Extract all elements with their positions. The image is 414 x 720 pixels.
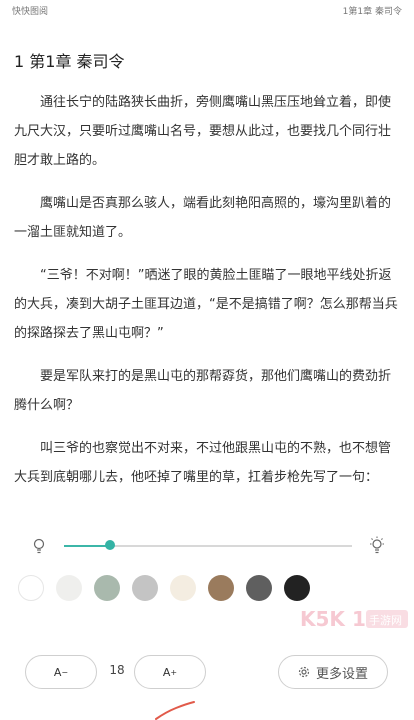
increase-font-sign: +	[170, 667, 178, 677]
decrease-font-button[interactable]: A −	[25, 655, 97, 689]
more-settings-button[interactable]: 更多设置	[278, 655, 388, 689]
bulb-dim-icon	[33, 538, 45, 554]
more-settings-label: 更多设置	[315, 666, 368, 682]
color-swatch[interactable]	[56, 575, 82, 601]
color-swatch[interactable]	[94, 575, 120, 601]
font-size-value: 18	[109, 663, 125, 677]
increase-font-button[interactable]: A +	[134, 655, 206, 689]
paragraph: “三爷！不对啊！”晒迷了眼的黄脸土匪瞄了一眼地平线处折返的大兵，凑到大胡子土匪耳…	[14, 268, 398, 341]
color-swatch[interactable]	[18, 575, 44, 601]
paragraph: 通往长宁的陆路狭长曲折，旁侧鹰嘴山黑压压地耸立着，即使九尺大汉，只要听过鹰嘴山名…	[14, 95, 392, 168]
paragraph: 要是军队来打的是黑山屯的那帮孬货，那他们鹰嘴山的费劲折腾什么啊？	[14, 369, 392, 413]
decrease-font-label: A	[53, 665, 62, 679]
gear-icon	[298, 666, 310, 678]
chapter-content: 通往长宁的陆路狭长曲折，旁侧鹰嘴山黑压压地耸立着，即使九尺大汉，只要听过鹰嘴山名…	[14, 88, 400, 506]
color-swatch[interactable]	[208, 575, 234, 601]
background-color-picker	[18, 575, 318, 605]
svg-text:1: 1	[352, 607, 366, 631]
decrease-font-sign: −	[61, 667, 69, 677]
watermark-logo: K5K 1 手游网	[300, 607, 408, 631]
status-bar: 快快图阅 1第1章 秦司令	[0, 0, 414, 20]
paragraph: 鹰嘴山是否真那么骇人，端看此刻艳阳高照的，壕沟里趴着的一溜土匪就知道了。	[14, 196, 392, 240]
svg-text:手游网: 手游网	[369, 613, 402, 627]
color-swatch[interactable]	[246, 575, 272, 601]
status-chapter: 1第1章 秦司令	[342, 7, 402, 17]
status-app-name: 快快图阅	[12, 7, 49, 17]
increase-font-label: A	[162, 665, 171, 679]
brightness-fill	[64, 545, 111, 547]
color-swatch[interactable]	[132, 575, 158, 601]
color-swatch[interactable]	[170, 575, 196, 601]
scribble-mark	[155, 701, 195, 720]
color-swatch[interactable]	[284, 575, 310, 601]
bulb-bright-icon	[370, 536, 384, 554]
svg-text:K5K: K5K	[300, 607, 346, 631]
brightness-thumb[interactable]	[105, 540, 116, 550]
brightness-slider[interactable]	[30, 534, 386, 558]
chapter-title: 1 第1章 秦司令	[14, 52, 125, 71]
paragraph: 叫三爷的也察觉出不对来，不过他跟黑山屯的不熟，也不想管大兵到底朝哪儿去，他呸掉了…	[14, 441, 392, 485]
